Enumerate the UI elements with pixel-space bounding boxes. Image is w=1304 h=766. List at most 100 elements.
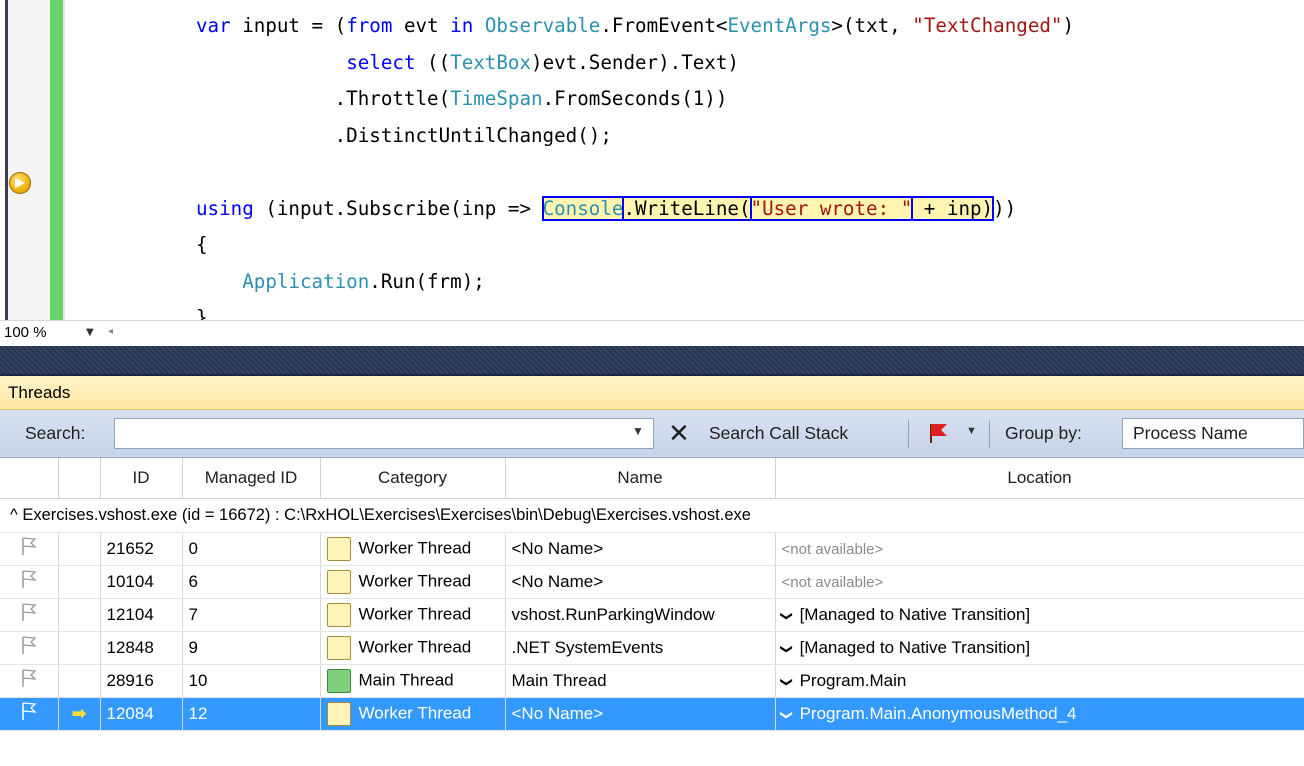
code-line[interactable]: Application.Run(frm);: [196, 264, 485, 300]
category-color-icon: [326, 602, 351, 627]
search-dropdown-icon[interactable]: ▼: [632, 424, 644, 438]
column-header-id[interactable]: ID: [100, 458, 183, 499]
thread-row[interactable]: 12104 7 Worker Thread vshost.RunParkingWind…: [0, 598, 1304, 632]
location-label: Program.Main: [799, 670, 907, 690]
code-token: .DistinctUntilChanged();: [196, 123, 612, 147]
group-by-select[interactable]: Process Name: [1122, 418, 1304, 449]
expand-location-icon[interactable]: ❯: [780, 676, 794, 686]
scroll-left-icon[interactable]: ◂: [108, 326, 113, 337]
code-token: ): [1062, 14, 1075, 37]
thread-row[interactable]: 12848 9 Worker Thread .NET SystemEvents ❯ [Ma…: [0, 631, 1304, 665]
current-thread-cell: [58, 532, 101, 566]
outlining-margin: [63, 0, 65, 320]
flag-outline-icon[interactable]: [20, 668, 38, 688]
expand-location-icon[interactable]: ❯: [780, 643, 794, 653]
search-input[interactable]: [114, 418, 654, 449]
managed-id: 7: [182, 598, 321, 632]
code-line[interactable]: var input = (from evt in Observable.From…: [196, 8, 1074, 44]
column-header-row: ID Managed ID Category Name Location: [0, 458, 1304, 499]
window-splitter[interactable]: [0, 346, 1304, 376]
flag-outline-icon[interactable]: [20, 569, 38, 589]
thread-location[interactable]: <not available>: [775, 532, 1304, 566]
thread-flag-cell[interactable]: [0, 631, 59, 665]
column-header-location[interactable]: Location: [775, 458, 1304, 499]
thread-location[interactable]: ❯ Program.Main: [775, 664, 1304, 698]
code-line[interactable]: .DistinctUntilChanged();: [196, 118, 612, 154]
editor-status-bar: 100 % ▼ ◂: [0, 320, 1304, 346]
thread-name[interactable]: <No Name>: [505, 697, 776, 731]
flag-icon[interactable]: [926, 421, 950, 445]
code-token: evt: [392, 14, 451, 37]
thread-category: Main Thread: [320, 664, 506, 698]
code-token: {: [196, 233, 208, 256]
expand-location-icon[interactable]: ❯: [780, 709, 794, 719]
thread-row[interactable]: ➡ 12084 12 Worker Thread <No Name> ❯ Program.M…: [0, 697, 1304, 731]
location-label: [Managed to Native Transition]: [799, 604, 1031, 624]
clear-search-icon[interactable]: ✕: [668, 418, 690, 448]
column-header-current[interactable]: [58, 458, 101, 499]
managed-id: 10: [182, 664, 321, 698]
code-token: from: [346, 14, 393, 37]
managed-id: 12: [182, 697, 321, 731]
thread-id: 10104: [100, 565, 183, 599]
code-editor[interactable]: var input = (from evt in Observable.From…: [0, 0, 1304, 329]
search-call-stack-button[interactable]: Search Call Stack: [709, 423, 848, 444]
flag-outline-icon[interactable]: [20, 635, 38, 655]
column-header-category[interactable]: Category: [320, 458, 506, 499]
thread-row[interactable]: 28916 10 Main Thread Main Thread ❯ Program.Ma…: [0, 664, 1304, 698]
code-line[interactable]: .Throttle(TimeSpan.FromSeconds(1)): [196, 81, 728, 117]
thread-location[interactable]: ❯ [Managed to Native Transition]: [775, 598, 1304, 632]
code-token: Application: [242, 269, 370, 293]
thread-row[interactable]: 21652 0 Worker Thread <No Name> <not availab…: [0, 532, 1304, 566]
category-color-icon: [326, 635, 351, 660]
threads-title-bar[interactable]: Threads: [0, 376, 1304, 410]
thread-name[interactable]: .NET SystemEvents: [505, 631, 776, 665]
thread-name[interactable]: <No Name>: [505, 565, 776, 599]
column-header-flag[interactable]: [0, 458, 59, 499]
thread-id: 12848: [100, 631, 183, 665]
code-token: select: [346, 50, 416, 74]
column-header-managed-id[interactable]: Managed ID: [182, 458, 321, 499]
code-token: "TextChanged": [912, 14, 1063, 37]
thread-flag-cell[interactable]: [0, 598, 59, 632]
thread-location[interactable]: <not available>: [775, 565, 1304, 599]
change-tracking-bar: [50, 0, 63, 320]
thread-name[interactable]: <No Name>: [505, 532, 776, 566]
flag-outline-icon[interactable]: [20, 602, 38, 622]
zoom-dropdown-icon[interactable]: ▼: [86, 327, 94, 338]
thread-flag-cell[interactable]: [0, 697, 59, 731]
thread-location[interactable]: ❯ Program.Main.AnonymousMethod_4: [775, 697, 1304, 731]
column-header-name[interactable]: Name: [505, 458, 776, 499]
expand-location-icon[interactable]: ❯: [780, 610, 794, 620]
location-label: [Managed to Native Transition]: [799, 637, 1031, 657]
thread-location[interactable]: ❯ [Managed to Native Transition]: [775, 631, 1304, 665]
code-token: input = (: [242, 14, 347, 37]
thread-name[interactable]: vshost.RunParkingWindow: [505, 598, 776, 632]
category-color-icon: [326, 569, 351, 594]
flag-outline-icon[interactable]: [20, 701, 38, 721]
collapse-chevron-icon[interactable]: ^: [10, 506, 18, 524]
thread-flag-cell[interactable]: [0, 664, 59, 698]
code-token: "User wrote: ": [749, 195, 914, 221]
flag-outline-icon[interactable]: [20, 536, 38, 556]
thread-flag-cell[interactable]: [0, 565, 59, 599]
code-line[interactable]: using (input.Subscribe(inp => Console.Wr…: [196, 191, 1016, 227]
code-token: .FromSeconds(1)): [542, 87, 728, 110]
category-color-icon: [326, 701, 351, 726]
code-token: var: [196, 14, 243, 37]
thread-row[interactable]: 10104 6 Worker Thread <No Name> <not availab…: [0, 565, 1304, 599]
thread-name[interactable]: Main Thread: [505, 664, 776, 698]
flag-dropdown-icon[interactable]: ▼: [966, 425, 977, 437]
current-thread-cell: [58, 664, 101, 698]
search-label: Search:: [25, 423, 86, 443]
code-line[interactable]: select ((TextBox)evt.Sender).Text): [196, 45, 739, 81]
managed-id: 6: [182, 565, 321, 599]
process-group-row[interactable]: ^ Exercises.vshost.exe (id = 16672) : C:…: [0, 498, 1304, 533]
zoom-level[interactable]: 100 %: [4, 324, 47, 341]
thread-flag-cell[interactable]: [0, 532, 59, 566]
code-token: .FromEvent<: [600, 14, 728, 37]
code-line[interactable]: {: [196, 227, 208, 263]
breakpoint-margin[interactable]: [8, 0, 50, 320]
